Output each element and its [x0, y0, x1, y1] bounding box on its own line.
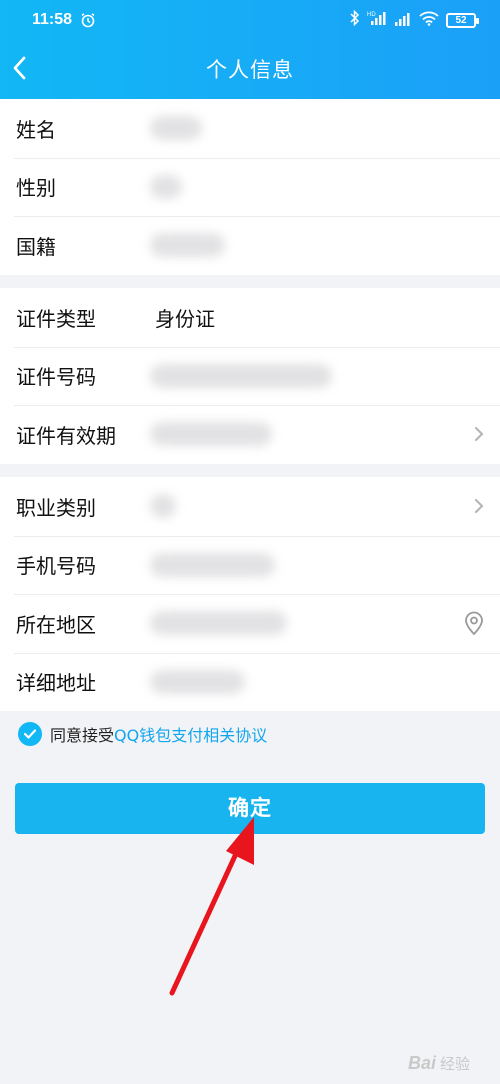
gender-label: 性别 [16, 176, 56, 201]
watermark-suffix: 经验 [439, 1056, 470, 1073]
basic-info-group: 姓名 性别 国籍 [0, 99, 500, 275]
name-value-blurred [150, 116, 202, 141]
battery-icon: 52 [446, 12, 479, 28]
bluetooth-icon [350, 9, 360, 30]
address-value-blurred [150, 669, 245, 694]
nationality-row[interactable]: 国籍 [0, 216, 500, 275]
id-number-row[interactable]: 证件号码 [0, 346, 500, 406]
occupation-label: 职业类别 [16, 495, 96, 520]
signal-icon [394, 11, 412, 30]
id-validity-value-blurred [150, 422, 272, 447]
id-type-row[interactable]: 证件类型 身份证 [0, 288, 500, 347]
id-number-value-blurred [150, 363, 332, 388]
agreement-prefix: 同意接受 [50, 726, 115, 745]
contact-info-group: 职业类别 手机号码 所在地区 详细地址 [0, 477, 500, 711]
wifi-icon [419, 11, 439, 30]
phone-value-blurred [150, 552, 275, 577]
watermark-logo: Bai 经验 [408, 1053, 470, 1074]
occupation-value-blurred [150, 494, 176, 519]
chevron-right-icon[interactable] [472, 424, 486, 444]
region-label: 所在地区 [16, 612, 96, 637]
region-value-blurred [150, 611, 287, 636]
id-validity-label: 证件有效期 [16, 423, 116, 448]
agreement-link[interactable]: QQ钱包支付相关协议 [114, 722, 267, 746]
gender-row[interactable]: 性别 [0, 157, 500, 217]
page-title: 个人信息 [206, 58, 294, 82]
nationality-value-blurred [150, 233, 225, 258]
status-icons: HD 52 [350, 9, 479, 30]
checkmark-icon[interactable] [18, 722, 42, 746]
phone-row[interactable]: 手机号码 [0, 535, 500, 595]
id-type-value: 身份证 [155, 306, 215, 331]
occupation-row[interactable]: 职业类别 [0, 477, 500, 536]
watermark-text: Bai [407, 1053, 436, 1073]
id-type-label: 证件类型 [16, 306, 96, 331]
id-validity-row[interactable]: 证件有效期 [0, 405, 500, 464]
location-pin-icon[interactable] [462, 610, 486, 636]
chevron-right-icon[interactable] [472, 496, 486, 516]
status-time: 11:58 [32, 11, 73, 28]
nationality-label: 国籍 [16, 234, 56, 259]
app-header: 11:58 HD 52 个人信息 [0, 0, 500, 99]
id-number-label: 证件号码 [16, 365, 96, 390]
name-row[interactable]: 姓名 [0, 99, 500, 158]
name-label: 姓名 [16, 117, 56, 142]
alarm-icon [80, 12, 96, 32]
address-row[interactable]: 详细地址 [0, 652, 500, 712]
phone-label: 手机号码 [16, 554, 96, 579]
region-row[interactable]: 所在地区 [0, 594, 500, 653]
red-arrow-annotation [169, 817, 254, 996]
address-label: 详细地址 [16, 671, 96, 696]
id-info-group: 证件类型 身份证 证件号码 证件有效期 [0, 288, 500, 464]
svg-text:HD: HD [367, 12, 376, 18]
agreement-line: 同意接受 QQ钱包支付相关协议 [18, 722, 267, 746]
gender-value-blurred [150, 174, 182, 199]
nav-bar: 个人信息 [0, 40, 500, 98]
status-bar: 11:58 HD 52 [0, 0, 500, 40]
signal-hd-icon: HD [367, 10, 387, 30]
